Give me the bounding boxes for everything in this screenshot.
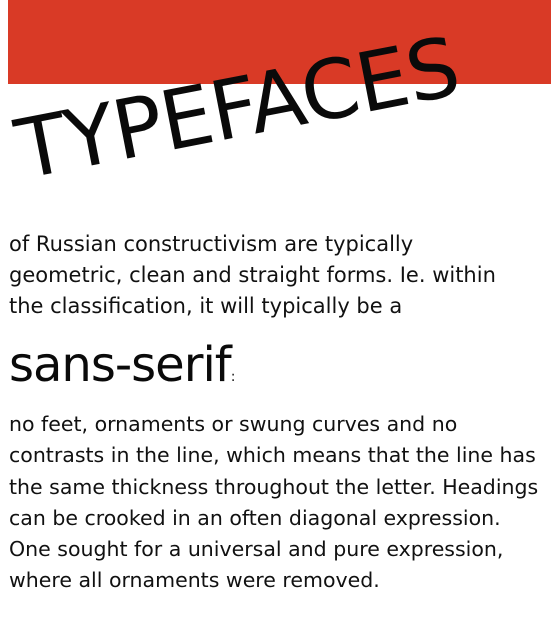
term-heading: sans-serif <box>9 337 232 393</box>
term-colon: : <box>230 369 236 385</box>
term-line: sans-serif: <box>9 333 235 397</box>
body-paragraph: no feet, ornaments or swung curves and n… <box>9 412 539 593</box>
intro-paragraph: of Russian constructivism are typically … <box>9 232 496 318</box>
